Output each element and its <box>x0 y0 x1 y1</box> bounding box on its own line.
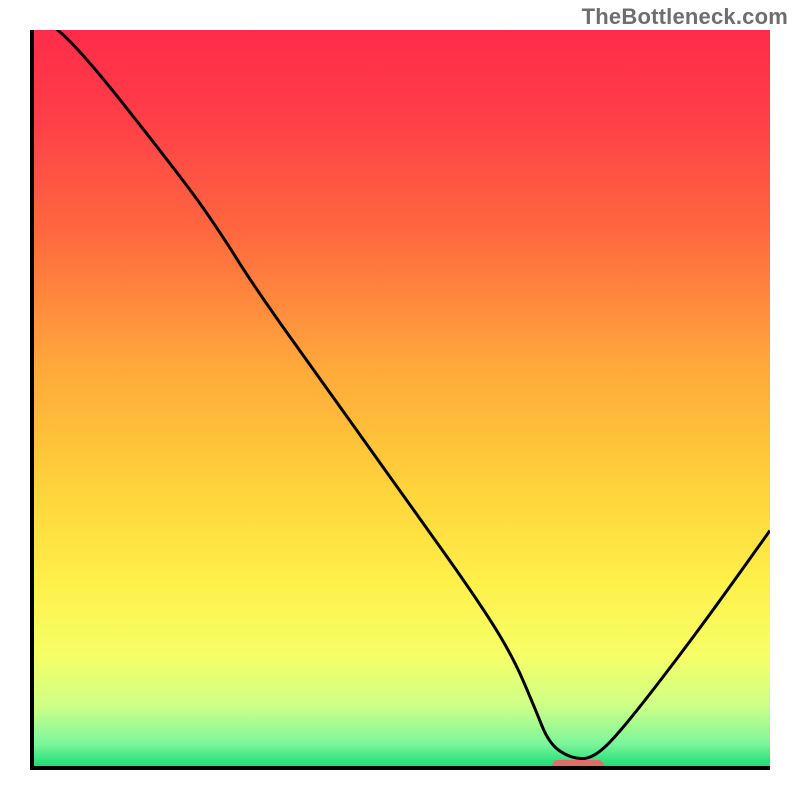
curve-layer <box>34 30 770 766</box>
watermark-text: TheBottleneck.com <box>582 4 788 30</box>
plot-area <box>30 30 770 770</box>
optimal-range-marker <box>552 760 604 770</box>
bottleneck-curve-path <box>34 30 770 759</box>
bottleneck-chart: TheBottleneck.com <box>0 0 800 800</box>
